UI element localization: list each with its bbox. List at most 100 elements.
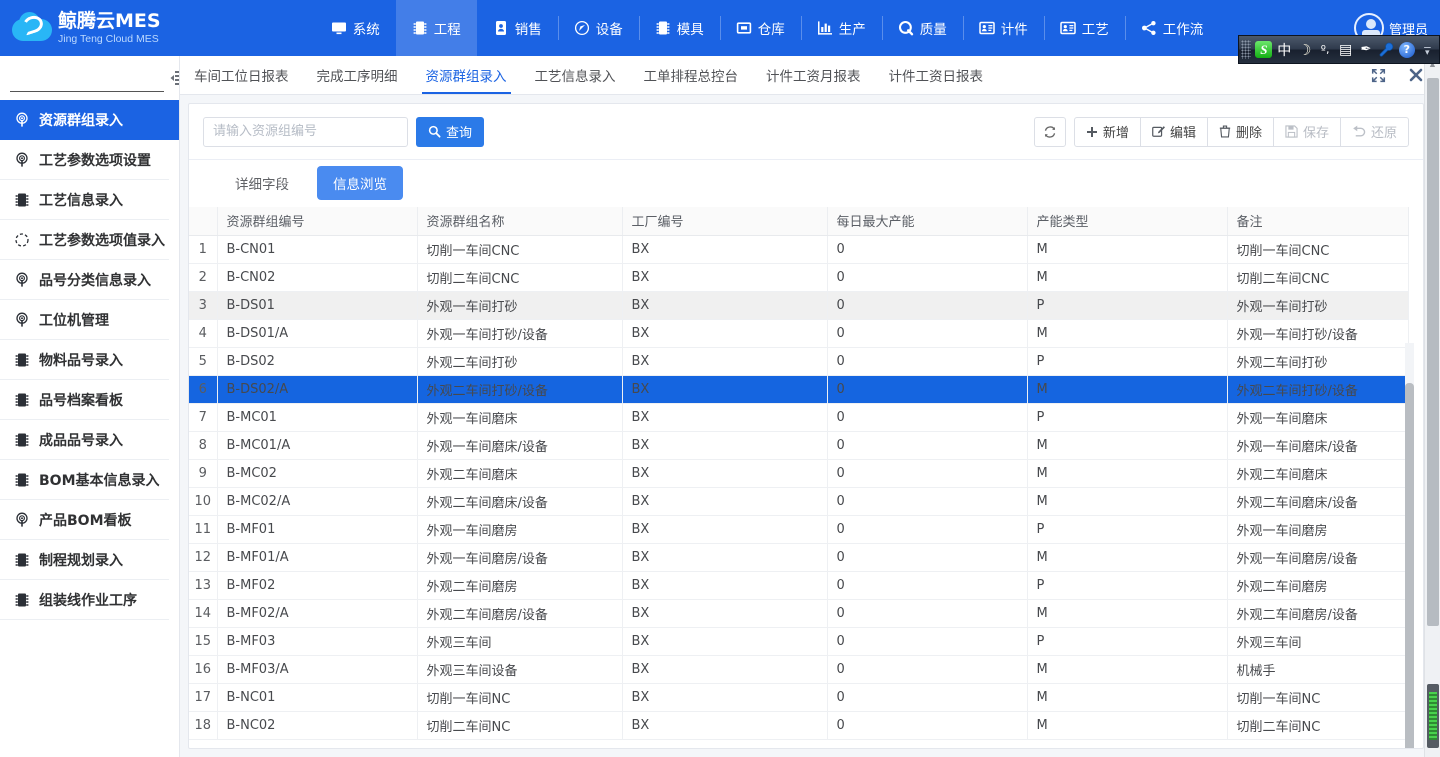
table-cell-capacity[interactable]: 0 [827,599,1028,628]
table-cell-note[interactable]: 外观一车间磨床 [1227,403,1409,432]
table-cell-idx[interactable]: 18 [189,711,218,740]
table-cell-idx[interactable]: 10 [189,487,218,516]
sogou-logo-icon[interactable]: S [1254,38,1273,61]
table-cell-type[interactable]: P [1027,347,1228,376]
sidebar-item-10[interactable]: BOM基本信息录入 [0,460,169,500]
sidebar-search-input[interactable] [10,64,164,92]
sogou-ime-toolbar[interactable]: S 中 ☽ º, ▤ ✒ ? ⚊ ▾ [1238,35,1440,64]
table-row[interactable]: 12 B-MF01/A 外观一车间磨房/设备 BX 0 M 外观一车间磨房/设备 [189,543,1409,572]
refresh-button[interactable] [1033,116,1066,147]
table-cell-factory[interactable]: BX [622,235,828,264]
table-cell-name[interactable]: 外观一车间磨床 [417,403,623,432]
table-cell-capacity[interactable]: 0 [827,515,1028,544]
page-scroll-thumb[interactable] [1427,78,1439,626]
table-cell-idx[interactable]: 4 [189,319,218,348]
table-row[interactable]: 13 B-MF02 外观二车间磨房 BX 0 P 外观二车间磨房 [189,571,1409,600]
table-cell-code[interactable]: B-CN02 [217,263,418,292]
table-cell-note[interactable]: 切削一车间NC [1227,683,1409,712]
table-cell-name[interactable]: 外观一车间磨房/设备 [417,543,623,572]
table-cell-capacity[interactable]: 0 [827,543,1028,572]
table-cell-type[interactable]: M [1027,599,1228,628]
table-cell-capacity[interactable]: 0 [827,627,1028,656]
table-cell-code[interactable]: B-MF01 [217,515,418,544]
table-cell-code[interactable]: B-MF02 [217,571,418,600]
page-vertical-scrollbar[interactable]: ▲ [1424,56,1440,757]
table-row[interactable]: 6 B-DS02/A 外观二车间打砂/设备 BX 0 M 外观二车间打砂/设备 [189,375,1409,404]
table-cell-code[interactable]: B-DS01/A [217,319,418,348]
resource-group-search-input[interactable] [203,116,408,147]
table-cell-factory[interactable]: BX [622,375,828,404]
table-cell-capacity[interactable]: 0 [827,319,1028,348]
sidebar-item-4[interactable]: 工艺参数选项值录入 [0,220,169,260]
table-cell-code[interactable]: B-MF02/A [217,599,418,628]
nav-item-6[interactable]: 仓库 [719,0,801,56]
table-cell-type[interactable]: M [1027,683,1228,712]
nav-item-9[interactable]: 计件 [962,0,1044,56]
query-button[interactable]: 查询 [416,116,485,147]
table-cell-type[interactable]: M [1027,543,1228,572]
table-cell-capacity[interactable]: 0 [827,683,1028,712]
table-cell-name[interactable]: 外观二车间打砂/设备 [417,375,623,404]
tab-1[interactable]: 车间工位日报表 [180,56,303,94]
sidebar-item-6[interactable]: 工位机管理 [0,300,169,340]
table-column-header-7[interactable]: 备注 [1227,207,1409,236]
table-cell-idx[interactable]: 11 [189,515,218,544]
sidebar-item-8[interactable]: 品号档案看板 [0,380,169,420]
table-cell-factory[interactable]: BX [622,571,828,600]
table-cell-name[interactable]: 外观二车间磨床 [417,459,623,488]
sidebar-item-13[interactable]: 组装线作业工序 [0,580,169,620]
table-cell-factory[interactable]: BX [622,683,828,712]
table-vertical-scrollbar[interactable] [1405,343,1414,748]
table-cell-note[interactable]: 外观一车间磨床/设备 [1227,431,1409,460]
table-cell-type[interactable]: M [1027,459,1228,488]
table-cell-type[interactable]: M [1027,263,1228,292]
table-cell-factory[interactable]: BX [622,319,828,348]
table-cell-factory[interactable]: BX [622,599,828,628]
nav-item-7[interactable]: 生产 [800,0,882,56]
ime-drag-grip[interactable] [1241,40,1252,59]
table-cell-factory[interactable]: BX [622,487,828,516]
table-row[interactable]: 8 B-MC01/A 外观一车间磨床/设备 BX 0 M 外观一车间磨床/设备 [189,431,1409,460]
table-row[interactable]: 7 B-MC01 外观一车间磨床 BX 0 P 外观一车间磨床 [189,403,1409,432]
tab-6[interactable]: 计件工资月报表 [752,56,875,94]
table-cell-capacity[interactable]: 0 [827,711,1028,740]
table-row[interactable]: 2 B-CN02 切削二车间CNC BX 0 M 切削二车间CNC [189,263,1409,292]
table-cell-note[interactable]: 外观二车间磨房/设备 [1227,599,1409,628]
table-cell-capacity[interactable]: 0 [827,403,1028,432]
subtab-1[interactable]: 详细字段 [219,166,305,200]
table-cell-capacity[interactable]: 0 [827,291,1028,320]
table-cell-code[interactable]: B-MC02/A [217,487,418,516]
table-cell-name[interactable]: 外观一车间磨床/设备 [417,431,623,460]
sidebar-item-1[interactable]: 资源群组录入 [0,100,179,140]
table-row[interactable]: 17 B-NC01 切削一车间NC BX 0 M 切削一车间NC [189,683,1409,712]
table-cell-note[interactable]: 切削二车间CNC [1227,263,1409,292]
table-cell-factory[interactable]: BX [622,627,828,656]
table-row[interactable]: 10 B-MC02/A 外观二车间磨床/设备 BX 0 M 外观二车间磨床/设备 [189,487,1409,516]
tab-7[interactable]: 计件工资日报表 [875,56,998,94]
table-row[interactable]: 18 B-NC02 切削二车间NC BX 0 M 切削二车间NC [189,711,1409,740]
table-cell-idx[interactable]: 13 [189,571,218,600]
page-scroll-thumb-secondary[interactable] [1427,684,1439,748]
nav-item-11[interactable]: 工作流 [1124,0,1220,56]
chinese-mode-icon[interactable]: 中 [1275,38,1294,61]
table-cell-idx[interactable]: 7 [189,403,218,432]
table-cell-name[interactable]: 外观二车间磨房/设备 [417,599,623,628]
ime-collapse-icon[interactable]: ⚊ ▾ [1418,38,1437,61]
table-column-header-5[interactable]: 每日最大产能 [827,207,1028,236]
table-cell-factory[interactable]: BX [622,543,828,572]
table-cell-idx[interactable]: 6 [189,375,218,404]
sidebar-item-3[interactable]: 工艺信息录入 [0,180,169,220]
help-icon[interactable]: ? [1397,38,1416,61]
table-cell-name[interactable]: 切削二车间NC [417,711,623,740]
table-row[interactable]: 3 B-DS01 外观一车间打砂 BX 0 P 外观一车间打砂 [189,291,1409,320]
tab-4[interactable]: 工艺信息录入 [521,56,630,94]
table-cell-type[interactable]: P [1027,291,1228,320]
table-cell-note[interactable]: 机械手 [1227,655,1409,684]
table-row[interactable]: 5 B-DS02 外观二车间打砂 BX 0 P 外观二车间打砂 [189,347,1409,376]
table-cell-factory[interactable]: BX [622,711,828,740]
table-cell-factory[interactable]: BX [622,403,828,432]
expand-arrows-icon[interactable] [1370,67,1386,83]
table-column-header-6[interactable]: 产能类型 [1027,207,1228,236]
moon-icon[interactable]: ☽ [1295,38,1314,61]
table-cell-note[interactable]: 外观一车间磨房 [1227,515,1409,544]
